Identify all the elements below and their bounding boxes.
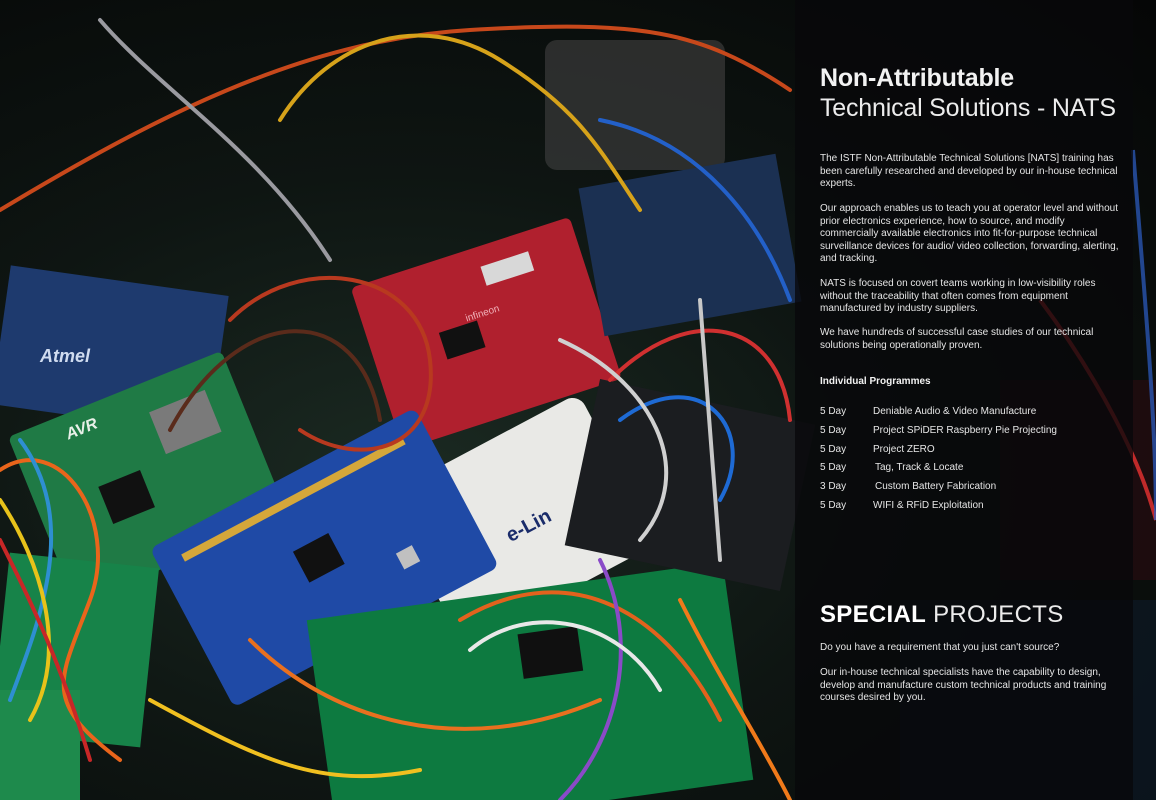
intro-paragraph-2: Our approach enables us to teach you at … — [820, 203, 1119, 264]
intro-paragraph-1: The ISTF Non-Attributable Technical Solu… — [820, 153, 1118, 189]
page-title: Non-Attributable — [820, 64, 1014, 92]
programme-duration: 5 Day — [820, 500, 847, 511]
special-projects-title: SPECIAL PROJECTS — [820, 601, 1064, 629]
programme-row: 3 Day Custom Battery Fabrication — [820, 481, 1120, 495]
special-paragraph-2: Our in-house technical specialists have … — [820, 667, 1107, 703]
programme-row: 5 Day Deniable Audio & Video Manufacture — [820, 406, 1120, 420]
programme-name: Deniable Audio & Video Manufacture — [873, 406, 1037, 417]
programme-name: Project ZERO — [873, 444, 935, 455]
programme-row: 5 Day Tag, Track & Locate — [820, 462, 1120, 476]
programme-row: 5 Day WIFI & RFiD Exploitation — [820, 500, 1120, 514]
programme-duration: 5 Day — [820, 444, 847, 455]
special-paragraph-1: Do you have a requirement that you just … — [820, 642, 1060, 653]
programme-row: 5 Day Project SPiDER Raspberry Pie Proje… — [820, 425, 1120, 439]
svg-text:Atmel: Atmel — [39, 346, 91, 366]
programme-duration: 5 Day — [820, 462, 847, 473]
programme-name: Custom Battery Fabrication — [875, 481, 997, 492]
programme-name: Project SPiDER Raspberry Pie Projecting — [873, 425, 1057, 436]
intro-paragraph-4: We have hundreds of successful case stud… — [820, 327, 1094, 351]
programme-name: Tag, Track & Locate — [875, 462, 964, 473]
programme-duration: 5 Day — [820, 425, 847, 436]
programme-row: 5 Day Project ZERO — [820, 444, 1120, 458]
intro-paragraph-3: NATS is focused on covert teams working … — [820, 278, 1096, 314]
programme-name: WIFI & RFiD Exploitation — [873, 500, 984, 511]
programmes-heading: Individual Programmes — [820, 376, 931, 387]
programme-duration: 5 Day — [820, 406, 847, 417]
special-projects-title-bold: SPECIAL — [820, 601, 927, 628]
special-projects-title-light: PROJECTS — [933, 601, 1064, 628]
programme-duration: 3 Day — [820, 481, 847, 492]
page-subtitle: Technical Solutions - NATS — [820, 94, 1116, 122]
